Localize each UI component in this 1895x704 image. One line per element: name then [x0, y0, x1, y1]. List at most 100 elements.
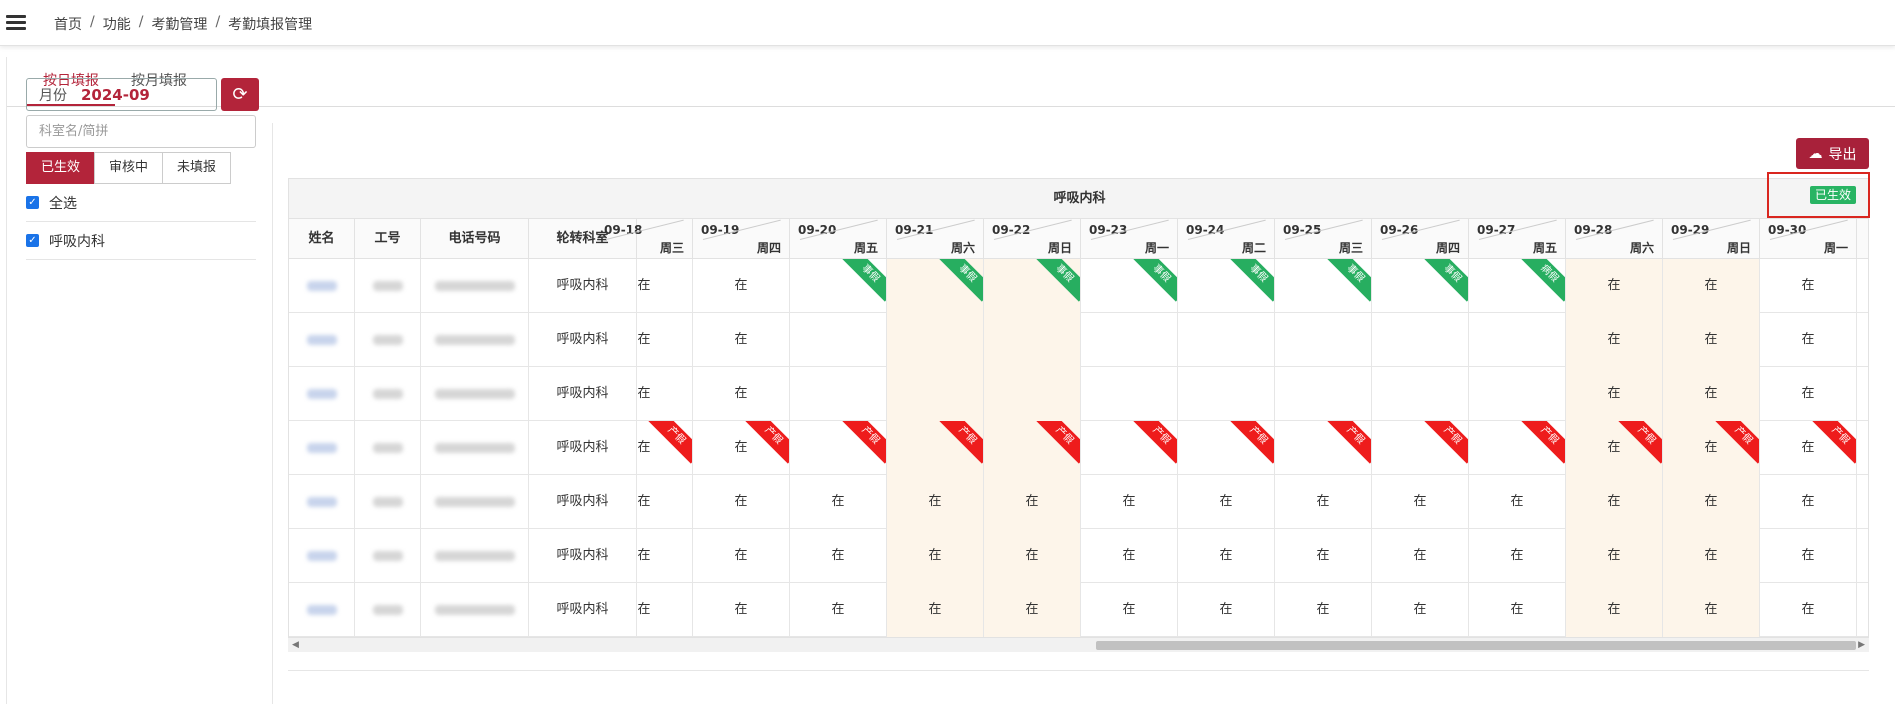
attendance-cell[interactable]	[1178, 367, 1275, 421]
attendance-cell[interactable]: 在	[1275, 529, 1372, 583]
attendance-cell[interactable]: 在	[1566, 475, 1663, 529]
attendance-cell[interactable]	[887, 313, 984, 367]
attendance-cell[interactable]: 在产假	[596, 421, 693, 475]
menu-toggle-icon[interactable]	[6, 15, 26, 31]
attendance-cell[interactable]: 在	[984, 529, 1081, 583]
attendance-cell[interactable]: 产假	[887, 421, 984, 475]
name-cell[interactable]	[289, 421, 355, 475]
attendance-cell[interactable]: 在	[790, 475, 887, 529]
attendance-cell[interactable]: 产假	[1178, 421, 1275, 475]
attendance-cell[interactable]	[790, 367, 887, 421]
attendance-cell[interactable]	[887, 367, 984, 421]
attendance-cell[interactable]: 在	[790, 583, 887, 637]
attendance-cell[interactable]: 产假	[790, 421, 887, 475]
attendance-cell[interactable]	[1275, 367, 1372, 421]
attendance-cell[interactable]: 在	[1663, 313, 1760, 367]
status-tab-reviewing[interactable]: 审核中	[94, 152, 164, 184]
attendance-cell[interactable]: 在	[1275, 475, 1372, 529]
attendance-cell[interactable]: 在	[693, 529, 790, 583]
attendance-cell[interactable]: 事假	[1178, 259, 1275, 313]
attendance-cell[interactable]: 在	[596, 475, 693, 529]
attendance-cell[interactable]: 在	[596, 259, 693, 313]
attendance-cell[interactable]: 产假	[1469, 421, 1566, 475]
name-cell[interactable]	[289, 367, 355, 421]
attendance-cell[interactable]: 在产假	[693, 421, 790, 475]
attendance-cell[interactable]: 事假	[1372, 259, 1469, 313]
month-picker[interactable]: 月份 2024-09	[26, 78, 217, 111]
attendance-cell[interactable]	[1372, 313, 1469, 367]
checkbox-checked-icon[interactable]: ✓	[26, 234, 39, 247]
attendance-cell[interactable]: 在	[1760, 367, 1857, 421]
attendance-cell[interactable]: 在	[887, 529, 984, 583]
attendance-cell[interactable]: 在	[596, 583, 693, 637]
attendance-cell[interactable]: 在	[887, 583, 984, 637]
attendance-cell[interactable]: 在	[887, 475, 984, 529]
attendance-cell[interactable]: 在	[1760, 529, 1857, 583]
attendance-cell[interactable]: 产假	[984, 421, 1081, 475]
name-cell[interactable]	[289, 583, 355, 637]
attendance-cell[interactable]: 在	[984, 583, 1081, 637]
attendance-cell[interactable]: 在	[1760, 259, 1857, 313]
attendance-cell[interactable]	[1081, 367, 1178, 421]
attendance-cell[interactable]: 在	[1372, 529, 1469, 583]
attendance-cell[interactable]: 在	[693, 313, 790, 367]
attendance-cell[interactable]: 在	[1469, 583, 1566, 637]
attendance-cell[interactable]: 在	[1663, 367, 1760, 421]
attendance-cell[interactable]: 在	[1760, 583, 1857, 637]
attendance-cell[interactable]: 在	[1566, 529, 1663, 583]
attendance-cell[interactable]: 在产假	[1566, 421, 1663, 475]
attendance-cell[interactable]	[1469, 367, 1566, 421]
attendance-cell[interactable]: 在	[984, 475, 1081, 529]
attendance-cell[interactable]: 在	[1663, 529, 1760, 583]
attendance-cell[interactable]	[984, 313, 1081, 367]
attendance-cell[interactable]	[984, 367, 1081, 421]
attendance-cell[interactable]	[790, 313, 887, 367]
attendance-cell[interactable]	[1178, 313, 1275, 367]
attendance-cell[interactable]: 在	[1178, 529, 1275, 583]
breadcrumb-home[interactable]: 首页	[54, 14, 82, 34]
attendance-cell[interactable]: 在	[1663, 259, 1760, 313]
attendance-cell[interactable]	[1275, 313, 1372, 367]
attendance-cell[interactable]: 事假	[984, 259, 1081, 313]
name-cell[interactable]	[289, 529, 355, 583]
check-dept[interactable]: ✓ 呼吸内科	[26, 222, 256, 260]
attendance-cell[interactable]: 在	[1081, 475, 1178, 529]
dept-search-input[interactable]: 科室名/简拼	[26, 115, 256, 148]
name-cell[interactable]	[289, 475, 355, 529]
attendance-cell[interactable]: 在	[1566, 583, 1663, 637]
attendance-cell[interactable]: 在	[693, 583, 790, 637]
attendance-cell[interactable]: 事假	[790, 259, 887, 313]
attendance-cell[interactable]: 在	[1081, 583, 1178, 637]
scroll-left-icon[interactable]: ◀	[292, 640, 299, 650]
attendance-cell[interactable]: 在	[596, 313, 693, 367]
attendance-cell[interactable]: 事假	[1275, 259, 1372, 313]
status-tab-unfilled[interactable]: 未填报	[162, 152, 232, 184]
attendance-cell[interactable]: 在	[1178, 475, 1275, 529]
attendance-cell[interactable]: 在	[1372, 475, 1469, 529]
attendance-cell[interactable]	[1469, 313, 1566, 367]
attendance-cell[interactable]: 在	[1663, 583, 1760, 637]
scroll-thumb[interactable]	[1096, 641, 1856, 650]
attendance-cell[interactable]: 在	[1566, 313, 1663, 367]
attendance-cell[interactable]: 在	[1469, 529, 1566, 583]
attendance-cell[interactable]: 事假	[887, 259, 984, 313]
attendance-cell[interactable]: 事假	[1081, 259, 1178, 313]
attendance-cell[interactable]: 产假	[1275, 421, 1372, 475]
attendance-cell[interactable]: 在	[1566, 367, 1663, 421]
name-cell[interactable]	[289, 313, 355, 367]
attendance-cell[interactable]: 在	[1469, 475, 1566, 529]
attendance-cell[interactable]	[1372, 367, 1469, 421]
attendance-cell[interactable]: 在	[693, 475, 790, 529]
attendance-cell[interactable]: 在	[1760, 313, 1857, 367]
check-all[interactable]: ✓ 全选	[26, 184, 256, 222]
breadcrumb-function[interactable]: 功能	[103, 14, 131, 34]
status-tab-effective[interactable]: 已生效	[26, 152, 96, 184]
refresh-button[interactable]: ⟳	[221, 78, 259, 111]
attendance-cell[interactable]: 在	[1081, 529, 1178, 583]
attendance-cell[interactable]: 在	[1760, 475, 1857, 529]
checkbox-checked-icon[interactable]: ✓	[26, 196, 39, 209]
name-cell[interactable]	[289, 259, 355, 313]
attendance-cell[interactable]: 在	[596, 529, 693, 583]
scroll-right-icon[interactable]: ▶	[1858, 640, 1865, 650]
attendance-cell[interactable]	[1081, 313, 1178, 367]
